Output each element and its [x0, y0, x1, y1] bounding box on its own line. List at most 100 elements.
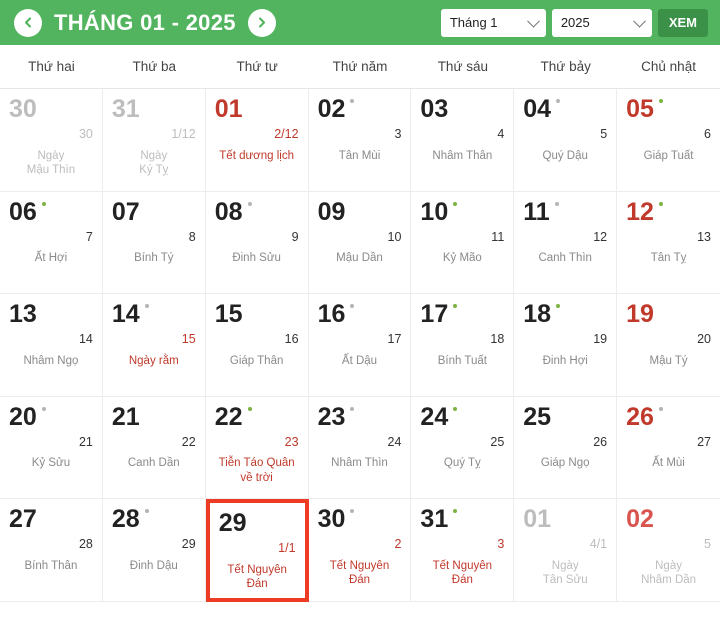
date-picker-controls: Tháng 1 2025 XEM	[440, 8, 708, 37]
day-number-row: 02	[318, 97, 402, 123]
good-day-dot-icon	[252, 513, 256, 517]
day-number-row: 31	[112, 97, 196, 123]
day-note: Tân Mùi	[338, 149, 381, 162]
calendar-day-cell[interactable]: 04 5 Quý Dậu	[514, 89, 618, 192]
good-day-dot-icon	[145, 202, 149, 206]
calendar-grid: 30 30 Ngày Mậu Thìn 31 1/12 Ngày Ký Tỵ 01 2/12 Tết…	[0, 89, 720, 602]
lunar-date: 6	[704, 127, 711, 141]
lunar-date: 23	[284, 434, 299, 449]
day-number: 15	[214, 300, 243, 328]
calendar-day-cell[interactable]: 02 3 Tân Mùi	[308, 89, 412, 192]
calendar-day-cell[interactable]: 13 14 Nhâm Ngọ	[0, 294, 103, 397]
calendar-day-cell[interactable]: 12 13 Tân Tỵ	[617, 192, 720, 294]
day-note: Ngày rằm	[128, 354, 179, 367]
day-note: Canh Dần	[127, 457, 180, 470]
day-number-row: 25	[523, 402, 607, 431]
lunar-date: 25	[490, 434, 505, 449]
day-number-row: 20	[9, 404, 93, 431]
day-number-row: 15	[215, 302, 299, 328]
calendar-day-cell[interactable]: 25 26 Giáp Ngọ	[514, 396, 618, 499]
calendar-day-cell[interactable]: 01 2/12 Tết dương lịch	[205, 89, 309, 192]
day-note: Ngày Tân Sửu	[542, 559, 588, 587]
day-number-row: 11	[523, 199, 607, 226]
calendar-day-cell[interactable]: 21 22 Canh Dần	[102, 396, 206, 499]
lunar-date: 1/1	[278, 541, 296, 555]
calendar-day-cell[interactable]: 18 19 Đinh Hợi	[514, 294, 618, 397]
good-day-dot-icon	[41, 201, 46, 206]
lunar-date: 16	[284, 332, 299, 346]
calendar-day-cell[interactable]: 26 27 Ất Mùi	[617, 397, 720, 499]
prev-month-button[interactable]	[14, 8, 42, 37]
calendar-day-cell[interactable]: 11 12 Canh Thìn	[514, 191, 618, 294]
day-number: 29	[218, 509, 247, 537]
chevron-right-icon	[259, 17, 266, 28]
calendar-day-cell[interactable]: 20 21 Kỷ Sửu	[0, 396, 103, 499]
good-day-dot-icon	[556, 509, 560, 513]
good-day-dot-icon	[42, 509, 46, 513]
good-day-dot-icon	[350, 509, 355, 513]
good-day-dot-icon	[248, 304, 252, 308]
lunar-date: 7	[85, 229, 93, 244]
day-number-row: 02	[626, 507, 711, 533]
calendar-day-cell[interactable]: 05 6 Giáp Tuất	[617, 89, 720, 192]
good-day-dot-icon	[556, 304, 561, 308]
calendar-day-cell[interactable]: 07 8 Bính Tý	[102, 191, 206, 294]
month-select[interactable]: Tháng 1	[440, 8, 546, 37]
day-number: 09	[317, 197, 346, 226]
calendar-day-cell[interactable]: 31 3 Tết Nguyên Đán	[411, 499, 515, 602]
next-month-button[interactable]	[247, 8, 276, 37]
calendar-day-cell[interactable]: 14 15 Ngày rằm	[102, 294, 206, 397]
day-number-row: 26	[626, 404, 711, 431]
calendar-day-cell[interactable]: 30 30 Ngày Mậu Thìn	[0, 89, 103, 192]
calendar-day-cell[interactable]: 15 16 Giáp Thân	[205, 294, 309, 397]
calendar-day-cell[interactable]: 06 7 Ất Hợi	[0, 191, 103, 294]
good-day-dot-icon	[350, 99, 355, 103]
month-select-value: Tháng 1	[449, 15, 498, 30]
lunar-date: 12	[593, 229, 608, 244]
good-day-dot-icon	[350, 406, 355, 411]
calendar-day-cell[interactable]: 24 25 Quý Tỵ	[411, 396, 515, 499]
calendar-day-cell[interactable]: 22 23 Tiễn Táo Quân về trời	[205, 396, 309, 499]
lunar-date: 3	[497, 537, 505, 551]
day-note: Ất Mùi	[652, 457, 685, 470]
day-note: Tết dương lịch	[219, 149, 294, 162]
calendar-day-cell[interactable]: 01 4/1 Ngày Tân Sửu	[514, 499, 618, 602]
calendar-day-cell[interactable]: 17 18 Bính Tuất	[411, 294, 515, 397]
good-day-dot-icon	[453, 304, 458, 308]
calendar-day-cell[interactable]: 28 29 Đinh Dậu	[102, 499, 206, 602]
day-note: Giáp Tuất	[643, 149, 694, 162]
view-button[interactable]: XEM	[657, 8, 708, 37]
calendar-day-cell[interactable]: 23 24 Nhâm Thìn	[308, 396, 412, 499]
day-number: 30	[9, 95, 37, 123]
day-note: Nhâm Ngọ	[23, 354, 79, 367]
calendar-day-cell[interactable]: 09 10 Mậu Dần	[308, 191, 412, 294]
day-number-row: 07	[112, 199, 196, 226]
calendar-day-cell[interactable]: 03 4 Nhâm Thân	[411, 89, 515, 192]
calendar-day-cell[interactable]: 08 9 Đinh Sửu	[205, 191, 309, 294]
calendar-day-cell[interactable]: 31 1/12 Ngày Ký Tỵ	[102, 89, 206, 192]
day-number-row: 17	[420, 302, 504, 328]
calendar-day-cell[interactable]: 19 20 Mậu Tý	[617, 294, 720, 397]
lunar-date: 28	[78, 537, 93, 551]
calendar-day-cell[interactable]: 02 5 Ngày Nhâm Dần	[617, 499, 720, 602]
day-note: Đinh Hợi	[542, 354, 588, 367]
calendar-day-cell[interactable]: 27 28 Bính Thân	[0, 499, 103, 602]
lunar-date: 9	[291, 229, 299, 244]
day-number: 12	[626, 197, 654, 226]
day-number-row: 09	[317, 197, 402, 226]
weekday-label-6: Chủ nhật	[641, 59, 696, 74]
year-select[interactable]: 2025	[551, 8, 652, 37]
calendar-day-cell[interactable]: 29 1/1 Tết Nguyên Đán	[205, 499, 309, 602]
calendar-day-cell[interactable]: 10 11 Kỷ Mão	[411, 191, 515, 294]
day-number-row: 05	[626, 97, 711, 123]
day-number: 17	[420, 300, 449, 328]
day-note: Ất Hợi	[34, 252, 68, 265]
day-number-row: 27	[9, 507, 93, 533]
day-number: 25	[523, 402, 552, 431]
good-day-dot-icon	[41, 406, 46, 411]
day-note: Tết Nguyên Đán	[329, 559, 390, 587]
calendar-day-cell[interactable]: 30 2 Tết Nguyên Đán	[308, 499, 412, 602]
calendar-day-cell[interactable]: 16 17 Ất Dậu	[308, 294, 412, 397]
lunar-date: 5	[704, 537, 711, 551]
weekday-label-2: Thứ tư	[236, 59, 278, 74]
